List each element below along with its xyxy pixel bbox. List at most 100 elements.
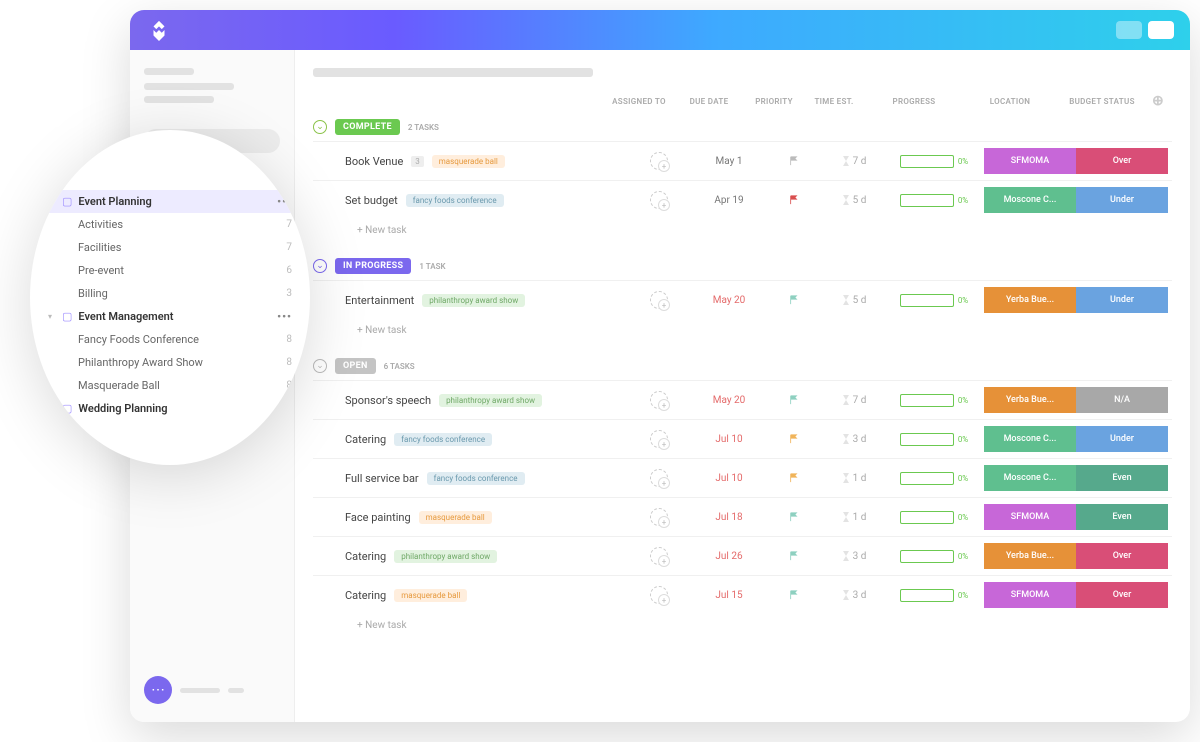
chat-launcher[interactable]: ⋯ xyxy=(144,676,280,704)
priority-cell[interactable] xyxy=(764,395,824,405)
task-tag[interactable]: fancy foods conference xyxy=(406,194,504,207)
group-header[interactable]: ⌄ IN PROGRESS 1 TASK xyxy=(313,254,1172,280)
budget-status-chip[interactable]: Under xyxy=(1076,287,1168,313)
assignee-cell[interactable] xyxy=(624,469,694,487)
due-date[interactable]: May 1 xyxy=(694,156,764,167)
progress-cell[interactable]: 0% xyxy=(884,511,984,524)
group-header[interactable]: ⌄ OPEN 6 TASKS xyxy=(313,354,1172,380)
assignee-cell[interactable] xyxy=(624,508,694,526)
location-chip[interactable]: Moscone C... xyxy=(984,465,1076,491)
priority-cell[interactable] xyxy=(764,434,824,444)
time-estimate[interactable]: 5 d xyxy=(824,295,884,306)
budget-status-chip[interactable]: Even xyxy=(1076,465,1168,491)
task-name[interactable]: Catering xyxy=(345,589,386,602)
due-date[interactable]: Jul 18 xyxy=(694,512,764,523)
task-row[interactable]: Set budget fancy foods conference Apr 19… xyxy=(313,180,1172,219)
priority-cell[interactable] xyxy=(764,195,824,205)
task-row[interactable]: Sponsor's speech philanthropy award show… xyxy=(313,380,1172,419)
due-date[interactable]: Jul 10 xyxy=(694,473,764,484)
due-date[interactable]: Apr 19 xyxy=(694,195,764,206)
progress-cell[interactable]: 0% xyxy=(884,589,984,602)
new-task-button[interactable]: + New task xyxy=(313,219,1172,240)
assignee-cell[interactable] xyxy=(624,191,694,209)
assignee-cell[interactable] xyxy=(624,547,694,565)
assignee-cell[interactable] xyxy=(624,291,694,309)
time-estimate[interactable]: 5 d xyxy=(824,195,884,206)
assignee-cell[interactable] xyxy=(624,586,694,604)
task-name[interactable]: Face painting xyxy=(345,511,411,524)
budget-status-chip[interactable]: Over xyxy=(1076,582,1168,608)
task-row[interactable]: Catering masquerade ball Jul 15 3 d 0% S… xyxy=(313,575,1172,614)
folder-row[interactable]: ▾ ▢ Event Planning ••• xyxy=(38,190,302,213)
time-estimate[interactable]: 1 d xyxy=(824,473,884,484)
location-chip[interactable]: Yerba Bue... xyxy=(984,387,1076,413)
time-estimate[interactable]: 7 d xyxy=(824,395,884,406)
priority-cell[interactable] xyxy=(764,512,824,522)
task-name[interactable]: Book Venue xyxy=(345,155,403,168)
new-task-button[interactable]: + New task xyxy=(313,614,1172,635)
progress-cell[interactable]: 0% xyxy=(884,194,984,207)
group-header[interactable]: ⌄ COMPLETE 2 TASKS xyxy=(313,115,1172,141)
assignee-add-icon[interactable] xyxy=(650,586,668,604)
collapse-icon[interactable]: ⌄ xyxy=(313,259,327,273)
col-progress[interactable]: PROGRESS xyxy=(864,97,964,106)
assignee-add-icon[interactable] xyxy=(650,152,668,170)
task-row[interactable]: Full service bar fancy foods conference … xyxy=(313,458,1172,497)
location-chip[interactable]: SFMOMA xyxy=(984,504,1076,530)
topbar-button-1[interactable] xyxy=(1116,21,1142,39)
progress-cell[interactable]: 0% xyxy=(884,433,984,446)
assignee-add-icon[interactable] xyxy=(650,547,668,565)
chevron-icon[interactable]: ▸ xyxy=(48,404,56,413)
task-tag[interactable]: fancy foods conference xyxy=(427,472,525,485)
task-tag[interactable]: philanthropy award show xyxy=(394,550,497,563)
status-badge[interactable]: OPEN xyxy=(335,358,376,374)
due-date[interactable]: Jul 15 xyxy=(694,590,764,601)
folder-row[interactable]: ▾ ▢ Event Management ••• xyxy=(38,305,302,328)
assignee-add-icon[interactable] xyxy=(650,469,668,487)
assignee-add-icon[interactable] xyxy=(650,430,668,448)
list-item[interactable]: Pre-event6 xyxy=(68,259,302,282)
progress-cell[interactable]: 0% xyxy=(884,394,984,407)
due-date[interactable]: Jul 10 xyxy=(694,434,764,445)
task-name[interactable]: Set budget xyxy=(345,194,398,207)
task-name[interactable]: Full service bar xyxy=(345,472,419,485)
task-tag[interactable]: masquerade ball xyxy=(419,511,492,524)
topbar-button-2[interactable] xyxy=(1148,21,1174,39)
time-estimate[interactable]: 3 d xyxy=(824,590,884,601)
priority-cell[interactable] xyxy=(764,551,824,561)
col-priority[interactable]: PRIORITY xyxy=(744,97,804,106)
col-due[interactable]: DUE DATE xyxy=(674,97,744,106)
app-logo-icon[interactable] xyxy=(146,17,172,43)
budget-status-chip[interactable]: Even xyxy=(1076,504,1168,530)
assignee-add-icon[interactable] xyxy=(650,191,668,209)
budget-status-chip[interactable]: Over xyxy=(1076,543,1168,569)
task-row[interactable]: Book Venue 3 masquerade ball May 1 7 d 0… xyxy=(313,141,1172,180)
priority-cell[interactable] xyxy=(764,590,824,600)
budget-status-chip[interactable]: Under xyxy=(1076,426,1168,452)
location-chip[interactable]: SFMOMA xyxy=(984,582,1076,608)
assignee-cell[interactable] xyxy=(624,430,694,448)
task-tag[interactable]: philanthropy award show xyxy=(422,294,525,307)
due-date[interactable]: Jul 26 xyxy=(694,551,764,562)
col-budget[interactable]: BUDGET STATUS xyxy=(1056,97,1148,106)
task-row[interactable]: Entertainment philanthropy award show Ma… xyxy=(313,280,1172,319)
assignee-add-icon[interactable] xyxy=(650,291,668,309)
list-item[interactable]: Fancy Foods Conference8 xyxy=(68,328,302,351)
assignee-add-icon[interactable] xyxy=(650,508,668,526)
task-row[interactable]: Catering philanthropy award show Jul 26 … xyxy=(313,536,1172,575)
folder-menu-icon[interactable]: ••• xyxy=(277,310,292,323)
location-chip[interactable]: SFMOMA xyxy=(984,148,1076,174)
progress-cell[interactable]: 0% xyxy=(884,550,984,563)
location-chip[interactable]: Moscone C... xyxy=(984,426,1076,452)
collapse-icon[interactable]: ⌄ xyxy=(313,120,327,134)
location-chip[interactable]: Yerba Bue... xyxy=(984,287,1076,313)
budget-status-chip[interactable]: Under xyxy=(1076,187,1168,213)
time-estimate[interactable]: 1 d xyxy=(824,512,884,523)
collapse-icon[interactable]: ⌄ xyxy=(313,359,327,373)
task-name[interactable]: Catering xyxy=(345,433,386,446)
chevron-icon[interactable]: ▾ xyxy=(48,197,56,206)
subtask-count[interactable]: 3 xyxy=(411,156,424,167)
task-tag[interactable]: masquerade ball xyxy=(432,155,505,168)
status-badge[interactable]: COMPLETE xyxy=(335,119,400,135)
add-column-icon[interactable]: ⊕ xyxy=(1148,93,1168,109)
